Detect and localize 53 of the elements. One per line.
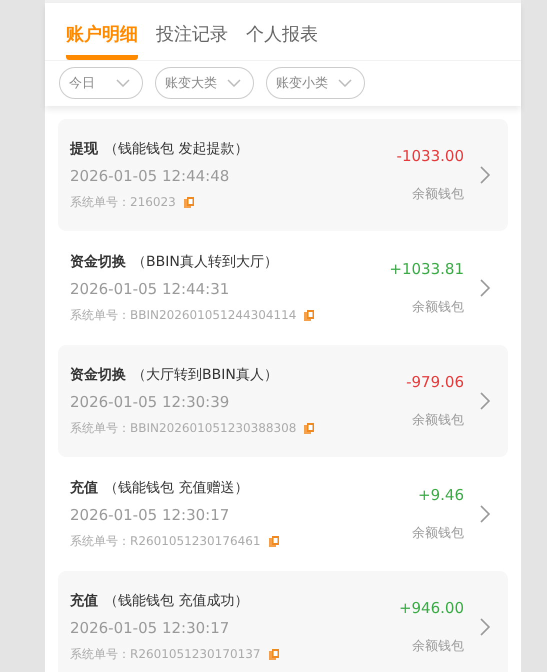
record-detail: （钱能钱包 发起提款） [104,140,248,158]
order-number: 系统单号：R2601051230176461 [70,532,260,550]
record-card[interactable]: 充值 （钱能钱包 充值赠送） 2026-01-05 12:30:17 系统单号：R2601051230176461 +9.46 余额钱包 [58,458,508,570]
order-number: 系统单号：BBIN202601051230388308 [70,420,296,436]
amount: +1033.81 [389,260,464,278]
chevron-down-icon [227,79,241,87]
amount: +946.00 [398,599,464,617]
record-card[interactable]: 充值 （钱能钱包 充值成功） 2026-01-05 12:30:17 系统单号：R2601051230170137 +946.00 余额钱包 [58,571,508,672]
copy-icon[interactable] [184,196,194,208]
filter-dropdown[interactable]: 账变小类 [266,67,365,99]
record-time: 2026-01-05 12:30:39 [70,392,230,410]
wallet-label: 余额钱包 [412,525,464,542]
order-number: 系统单号：R2601051230170137 [70,646,260,662]
record-detail: （大厅转到BBIN真人） [132,366,278,384]
wallet-label: 余额钱包 [412,299,464,316]
record-title: 充值 [70,478,98,496]
record-detail: （BBIN真人转到大厅） [132,252,278,270]
record-detail: （钱能钱包 充值赠送） [104,478,248,496]
chevron-right-icon [480,505,490,523]
wallet-label: 余额钱包 [412,638,464,655]
chevron-down-icon [116,79,130,87]
record-title: 提现 [70,140,98,158]
record-title: 资金切换 [70,366,126,384]
amount: -1033.00 [396,147,464,165]
chevron-down-icon [338,79,352,87]
filter-dropdown[interactable]: 账变大类 [155,67,254,99]
chevron-right-icon [480,166,490,184]
chevron-right-icon [480,279,490,297]
order-number: 系统单号：BBIN202601051244304114 [70,306,296,324]
record-card[interactable]: 提现 （钱能钱包 发起提款） 2026-01-05 12:44:48 系统单号：216023 -1033.00 余额钱包 [58,119,508,231]
record-card[interactable]: 资金切换 （大厅转到BBIN真人） 2026-01-05 12:30:39 系统单号：BBIN202601051230388308 -979.06 余额钱包 [58,345,508,457]
wallet-label: 余额钱包 [412,186,464,203]
record-time: 2026-01-05 12:44:31 [70,280,230,298]
tab[interactable]: 投注记录 [156,16,228,60]
copy-icon[interactable] [268,536,278,546]
record-title: 充值 [70,592,98,610]
record-time: 2026-01-05 12:30:17 [70,506,230,524]
record-time: 2026-01-05 12:44:48 [70,166,230,184]
order-number: 系统单号：216023 [70,194,176,210]
record-title: 资金切换 [70,252,126,270]
record-card[interactable]: 资金切换 （BBIN真人转到大厅） 2026-01-05 12:44:31 系统单号：BBIN202601051244304114 +1033.81 余额钱包 [58,232,508,344]
copy-icon[interactable] [304,422,314,434]
copy-icon[interactable] [304,310,314,320]
copy-icon[interactable] [268,648,278,660]
record-detail: （钱能钱包 充值成功） [104,592,248,610]
wallet-label: 余额钱包 [412,412,464,429]
filter-dropdown[interactable]: 今日 [59,67,143,99]
record-time: 2026-01-05 12:30:17 [70,618,230,636]
amount: +9.46 [418,486,464,504]
chevron-right-icon [480,618,490,636]
tab[interactable]: 个人报表 [246,16,318,60]
amount: -979.06 [406,373,464,391]
chevron-right-icon [480,392,490,410]
